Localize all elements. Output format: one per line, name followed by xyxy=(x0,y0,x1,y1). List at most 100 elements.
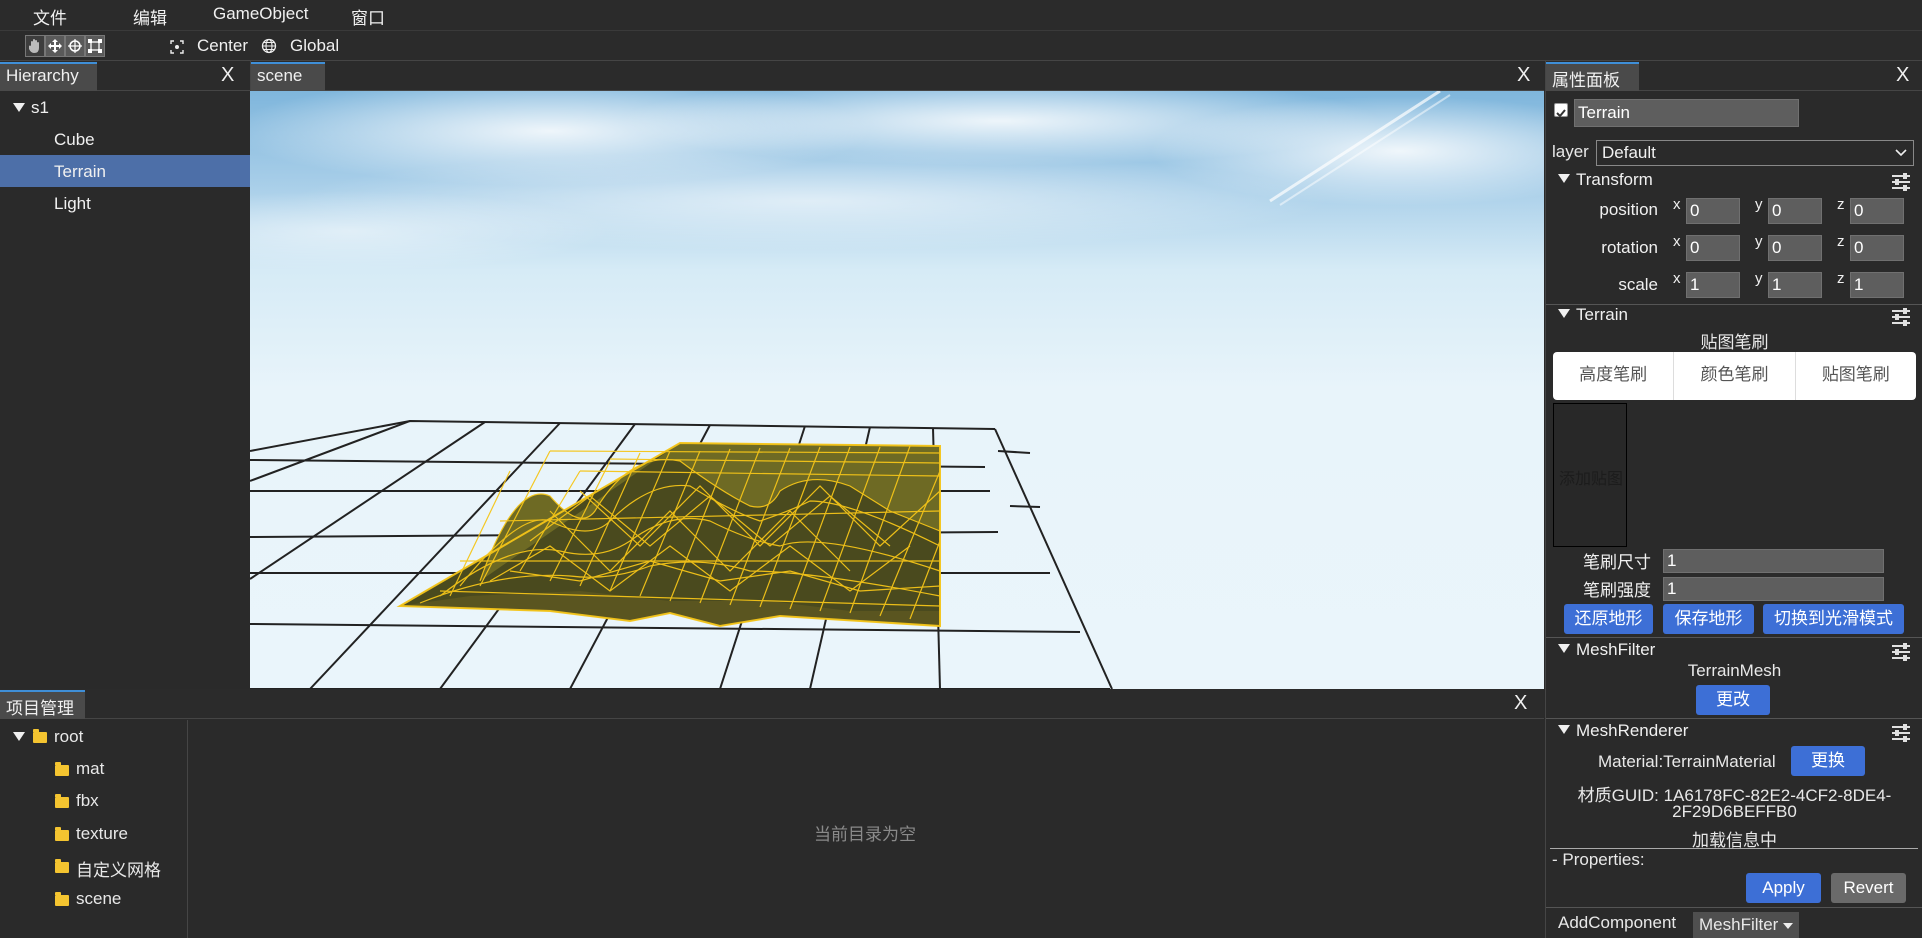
folder-icon xyxy=(55,859,69,873)
restore-terrain-button[interactable]: 还原地形 xyxy=(1564,604,1653,634)
hierarchy-root[interactable]: s1 xyxy=(0,91,250,123)
material-guid-line2: 2F29D6BEFFB0 xyxy=(1672,802,1797,821)
hierarchy-item-cube[interactable]: Cube xyxy=(0,123,250,155)
scale-label: scale xyxy=(1618,275,1658,294)
position-label: position xyxy=(1599,200,1658,219)
project-root-label: root xyxy=(54,727,84,746)
menu-gameobject[interactable]: GameObject xyxy=(213,4,308,24)
pivot-icon[interactable] xyxy=(170,39,184,54)
brush-tabs: 高度笔刷 颜色笔刷 贴图笔刷 xyxy=(1553,352,1916,400)
meshfilter-section-title[interactable]: MeshFilter xyxy=(1558,640,1655,660)
smooth-mode-button[interactable]: 切换到光滑模式 xyxy=(1763,604,1904,634)
tab-inspector[interactable]: 属性面板 xyxy=(1546,62,1639,91)
add-component-value: MeshFilter xyxy=(1699,915,1779,934)
folder-icon xyxy=(55,762,69,776)
meshrenderer-settings-icon[interactable] xyxy=(1892,724,1910,742)
terrain-settings-icon[interactable] xyxy=(1892,308,1910,326)
project-header: 项目管理 X xyxy=(0,689,1544,719)
terrain-section-title[interactable]: Terrain xyxy=(1558,305,1628,325)
collapse-icon[interactable] xyxy=(1558,174,1570,183)
inspector-close-button[interactable]: X xyxy=(1896,64,1909,87)
check-icon xyxy=(1556,109,1566,118)
scale-z-input[interactable] xyxy=(1850,272,1904,298)
position-y-input[interactable] xyxy=(1768,198,1822,224)
add-texture-label: 添加贴图 xyxy=(1558,471,1623,488)
layer-label: layer xyxy=(1552,142,1589,161)
hand-icon[interactable] xyxy=(25,35,45,57)
collapse-icon[interactable] xyxy=(1558,309,1570,318)
scale-x-input[interactable] xyxy=(1686,272,1740,298)
position-x-input[interactable] xyxy=(1686,198,1740,224)
meshrenderer-section-title[interactable]: MeshRenderer xyxy=(1558,721,1688,741)
transform-section-title[interactable]: Transform xyxy=(1558,170,1653,190)
brush-size-label: 笔刷尺寸 xyxy=(1583,553,1651,572)
globe-icon[interactable] xyxy=(261,38,277,54)
replace-material-button[interactable]: 更换 xyxy=(1791,746,1865,776)
collapse-icon[interactable] xyxy=(1558,644,1570,653)
tab-hierarchy[interactable]: Hierarchy xyxy=(0,62,97,91)
project-folder-scene[interactable]: scene xyxy=(0,882,188,914)
revert-button[interactable]: Revert xyxy=(1831,873,1906,903)
rotation-x-input[interactable] xyxy=(1686,235,1740,261)
tab-project[interactable]: 项目管理 xyxy=(0,690,85,719)
divider xyxy=(1546,907,1922,908)
scale-icon[interactable] xyxy=(85,35,105,57)
brush-size-input[interactable] xyxy=(1663,549,1884,573)
add-component-select[interactable]: MeshFilter xyxy=(1693,912,1799,938)
rotation-y-input[interactable] xyxy=(1768,235,1822,261)
move-icon[interactable] xyxy=(45,35,65,57)
meshfilter-settings-icon[interactable] xyxy=(1892,643,1910,661)
rotation-z-input[interactable] xyxy=(1850,235,1904,261)
project-folder-fbx[interactable]: fbx xyxy=(0,784,188,816)
expand-icon[interactable] xyxy=(13,732,25,741)
project-folder-texture[interactable]: texture xyxy=(0,817,188,849)
rotate-icon[interactable] xyxy=(65,35,85,57)
pivot-toggle[interactable]: Center xyxy=(197,36,248,56)
brush-strength-input[interactable] xyxy=(1663,577,1884,601)
scene-render xyxy=(250,91,1544,689)
scene-viewport[interactable] xyxy=(250,91,1544,689)
menu-file[interactable]: 文件 xyxy=(33,4,67,29)
z-label: z xyxy=(1837,233,1845,250)
expand-icon[interactable] xyxy=(13,103,25,112)
transform-settings-icon[interactable] xyxy=(1892,173,1910,191)
position-z-input[interactable] xyxy=(1850,198,1904,224)
apply-button[interactable]: Apply xyxy=(1746,873,1821,903)
project-folder-mat[interactable]: mat xyxy=(0,752,188,784)
transform-title: Transform xyxy=(1576,170,1653,189)
project-content[interactable]: 当前目录为空 xyxy=(189,720,1544,938)
collapse-icon[interactable] xyxy=(1558,725,1570,734)
hierarchy-root-label: s1 xyxy=(31,98,49,117)
scale-y-input[interactable] xyxy=(1768,272,1822,298)
layer-select[interactable]: Default xyxy=(1596,140,1914,166)
project-folder-label: mat xyxy=(76,759,105,778)
menu-window[interactable]: 窗口 xyxy=(351,4,385,29)
save-terrain-button[interactable]: 保存地形 xyxy=(1663,604,1754,634)
brush-strength-label: 笔刷强度 xyxy=(1583,581,1651,600)
scene-header: scene X xyxy=(250,61,1544,91)
x-label: x xyxy=(1673,196,1681,213)
y-label: y xyxy=(1755,196,1763,213)
inspector-header: 属性面板 X xyxy=(1545,61,1922,91)
hierarchy-item-light[interactable]: Light xyxy=(0,187,250,219)
empty-directory-text: 当前目录为空 xyxy=(814,825,916,844)
project-folder-custom-mesh[interactable]: 自定义网格 xyxy=(0,849,188,881)
scene-close-button[interactable]: X xyxy=(1517,64,1530,87)
transform-tools xyxy=(25,35,105,57)
active-checkbox[interactable] xyxy=(1554,103,1568,118)
change-mesh-button[interactable]: 更改 xyxy=(1696,685,1770,715)
tab-color-brush[interactable]: 颜色笔刷 xyxy=(1674,352,1796,400)
current-brush-label: 贴图笔刷 xyxy=(1700,333,1769,352)
tab-scene[interactable]: scene xyxy=(251,62,325,91)
add-texture-button[interactable]: 添加贴图 xyxy=(1553,403,1627,547)
space-toggle[interactable]: Global xyxy=(290,36,339,56)
object-name-input[interactable] xyxy=(1574,99,1799,127)
tab-height-brush[interactable]: 高度笔刷 xyxy=(1553,352,1675,400)
hierarchy-item-terrain[interactable]: Terrain xyxy=(0,155,250,187)
project-root[interactable]: root xyxy=(0,720,188,752)
tab-texture-brush[interactable]: 贴图笔刷 xyxy=(1796,352,1916,400)
project-close-button[interactable]: X xyxy=(1514,692,1527,715)
layer-value: Default xyxy=(1602,143,1656,162)
hierarchy-close-button[interactable]: X xyxy=(221,64,234,87)
menu-edit[interactable]: 编辑 xyxy=(133,4,167,29)
